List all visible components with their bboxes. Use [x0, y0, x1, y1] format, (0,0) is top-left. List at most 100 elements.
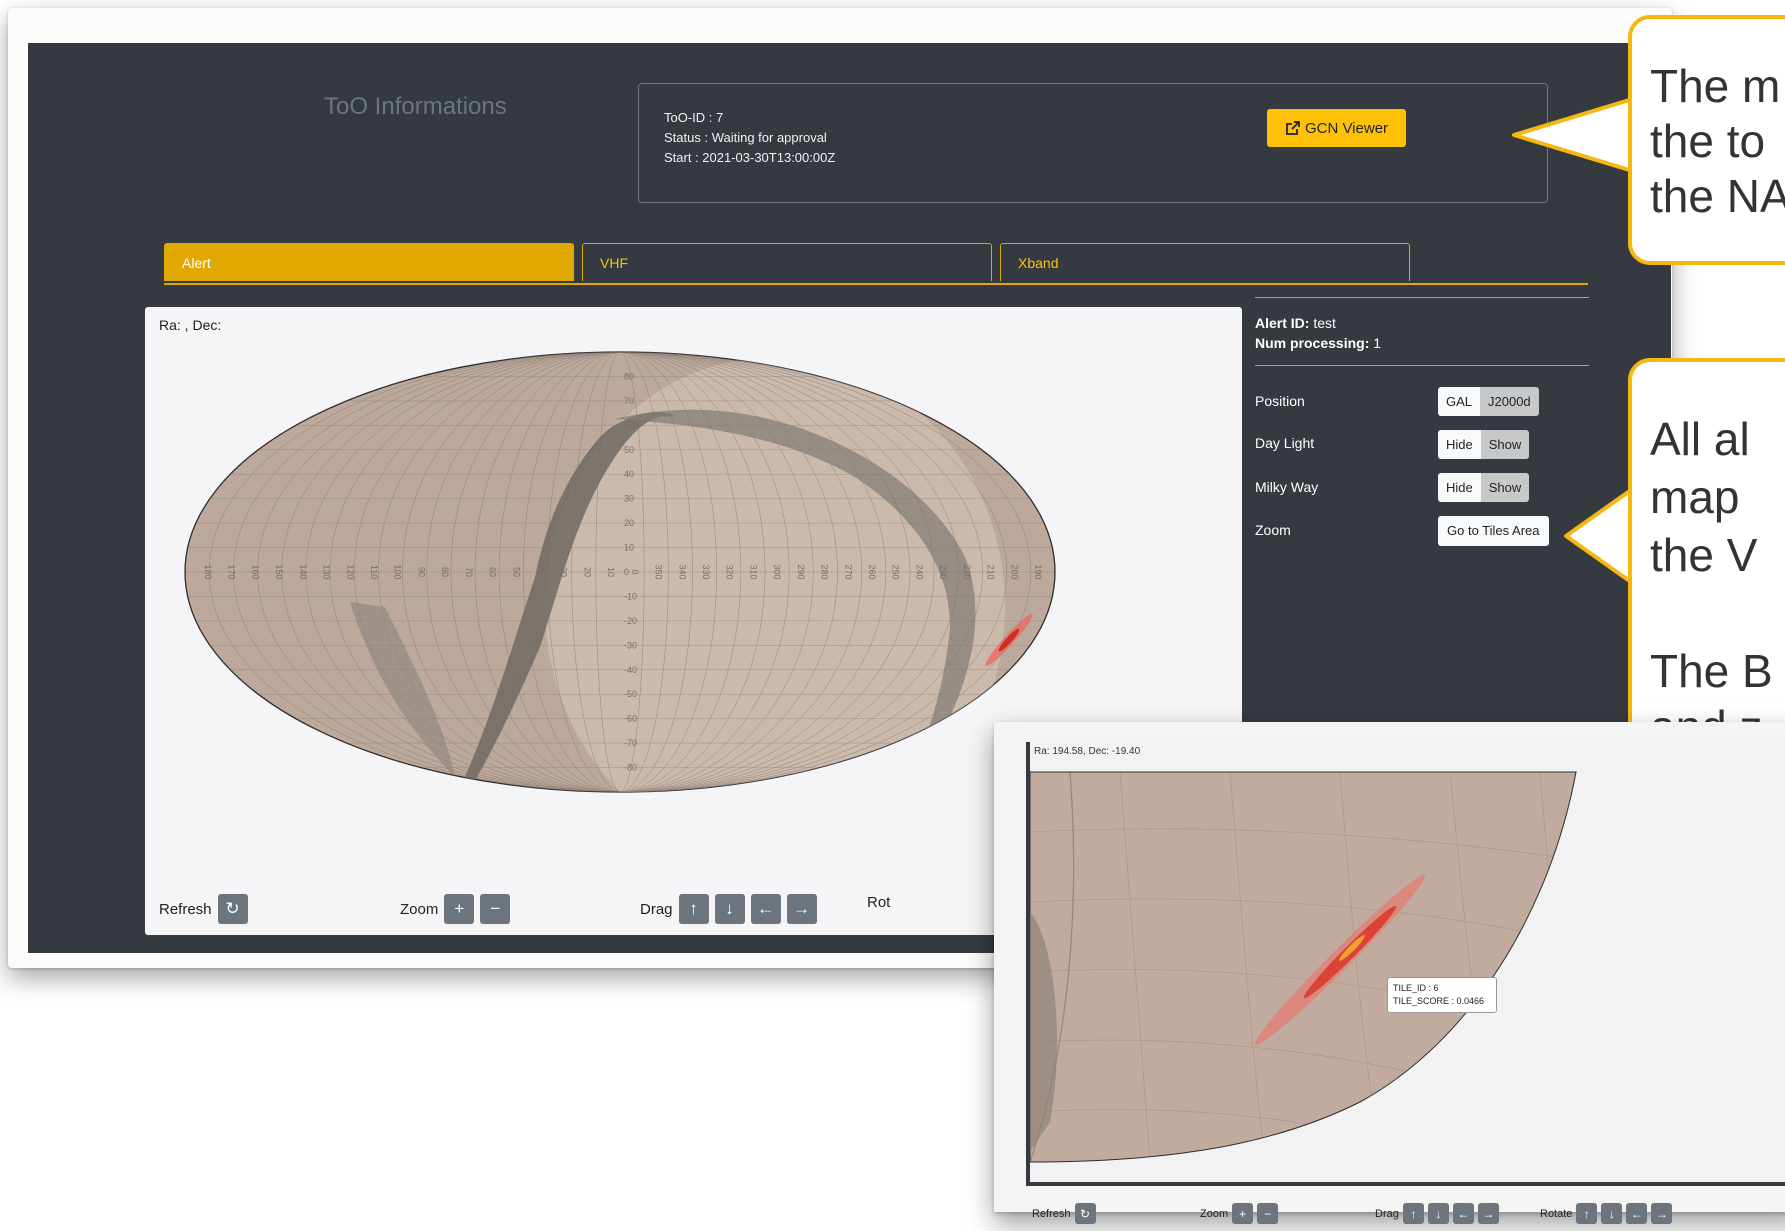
zoomed-zoom-out-button[interactable]: −: [1257, 1203, 1279, 1224]
callout-middle-line: All al: [1650, 413, 1750, 465]
rotate-down-button[interactable]: ↓: [1601, 1203, 1623, 1224]
ra-tick-label: 20: [582, 567, 592, 577]
ra-tick-label: 290: [796, 564, 806, 579]
ra-tick-label: 340: [677, 564, 687, 579]
ra-tick-label: 130: [322, 564, 332, 579]
zoomed-drag-up-button[interactable]: ↑: [1402, 1203, 1424, 1224]
ra-tick-label: 150: [274, 564, 284, 579]
milkyway-show-button[interactable]: Show: [1480, 473, 1530, 502]
tab-alert[interactable]: Alert: [164, 243, 574, 281]
ra-tick-label: 80: [440, 567, 450, 577]
plus-icon: +: [454, 899, 465, 918]
ra-tick-label: 200: [1009, 564, 1019, 579]
arrow-up-icon: ↑: [1410, 1206, 1417, 1221]
divider: [1255, 297, 1589, 298]
callout-middle-line: the V: [1650, 529, 1758, 581]
tile-tooltip: TILE_ID : 6 TILE_SCORE : 0.0466: [1387, 977, 1497, 1013]
drag-up-button[interactable]: ↑: [678, 894, 709, 924]
zoom-out-button[interactable]: −: [480, 894, 511, 924]
dec-tick-label: -50: [624, 689, 637, 699]
divider: [1255, 365, 1589, 366]
gcn-viewer-label: GCN Viewer: [1304, 119, 1389, 137]
zoomed-drag-down-button[interactable]: ↓: [1427, 1203, 1449, 1224]
ra-tick-label: 140: [298, 564, 308, 579]
ra-tick-label: 230: [938, 564, 948, 579]
zoomed-drag-right-button[interactable]: →: [1477, 1203, 1499, 1224]
go-to-tiles-button[interactable]: Go to Tiles Area: [1438, 516, 1549, 546]
ra-tick-label: 70: [464, 567, 474, 577]
drag-left-button[interactable]: ←: [750, 894, 781, 924]
ra-tick-label: 280: [820, 564, 830, 579]
milkyway-hide-button[interactable]: Hide: [1438, 473, 1481, 502]
callout-top-line: The m: [1650, 60, 1781, 112]
dec-tick-label: 60: [624, 420, 634, 430]
arrow-down-icon: ↓: [1435, 1206, 1442, 1221]
alert-id-label: Alert ID:: [1255, 315, 1310, 331]
daylight-show-button[interactable]: Show: [1480, 430, 1530, 459]
ra-tick-label: 270: [843, 564, 853, 579]
zoomed-sky-map[interactable]: [1030, 742, 1785, 1172]
zoomed-refresh-button[interactable]: ↻: [1074, 1203, 1096, 1224]
arrow-right-icon: →: [1655, 1206, 1668, 1221]
zoom-control: Zoom + −: [400, 894, 511, 924]
ra-tick-label: 90: [416, 567, 426, 577]
zoomed-drag-left-button[interactable]: ←: [1452, 1203, 1474, 1224]
num-processing-value: 1: [1373, 335, 1382, 351]
ra-tick-label: 50: [511, 567, 521, 577]
tab-bar: Alert VHF Xband: [164, 243, 1588, 285]
position-toggle: GAL J2000d: [1438, 387, 1539, 416]
dec-tick-label: 70: [624, 396, 634, 406]
tab-xband[interactable]: Xband: [1000, 243, 1410, 281]
ra-tick-label: 110: [369, 565, 379, 579]
rotate-left-button[interactable]: ←: [1626, 1203, 1648, 1224]
daylight-hide-button[interactable]: Hide: [1438, 430, 1481, 459]
ra-tick-label: 250: [891, 564, 901, 579]
arrow-left-icon: ←: [757, 899, 775, 918]
zoomed-rotate-label: Rotate: [1540, 1207, 1573, 1220]
arrow-right-icon: →: [793, 899, 811, 918]
info-title: ToO Informations: [324, 93, 507, 120]
dec-tick-label: 0: [624, 567, 629, 577]
callout-middle-line: The B: [1650, 645, 1773, 697]
ra-tick-label: 210: [986, 564, 996, 579]
drag-label: Drag: [640, 900, 673, 918]
plus-icon: +: [1239, 1206, 1247, 1221]
drag-control: Drag ↑ ↓ ← →: [640, 894, 817, 924]
ra-tick-label: 190: [1033, 564, 1043, 579]
zoomed-map-screenshot: Ra: 194.58, Dec: -19.40 Refresh ↻ Zoom +…: [994, 722, 1785, 1224]
arrow-up-icon: ↑: [1583, 1206, 1590, 1221]
zoomed-rotate-control: Rotate ↑ ↓ ← →: [1540, 1203, 1673, 1224]
zoomed-zoom-in-button[interactable]: +: [1232, 1203, 1254, 1224]
dec-tick-label: -40: [624, 665, 637, 675]
tab-vhf[interactable]: VHF: [582, 243, 992, 281]
callout-top-line: the NA: [1650, 170, 1785, 222]
too-id: ToO-ID : 7: [664, 110, 724, 125]
rotate-up-button[interactable]: ↑: [1576, 1203, 1598, 1224]
ra-tick-label: 220: [962, 564, 972, 579]
position-j2000d-button[interactable]: J2000d: [1480, 387, 1539, 416]
ra-tick-label: 180: [203, 564, 213, 579]
ra-tick-label: 350: [654, 564, 664, 579]
rotate-control: Rot: [867, 894, 890, 911]
callout-top-pointer: [1512, 96, 1638, 174]
zoomed-refresh-control: Refresh ↻: [1032, 1203, 1096, 1224]
ra-tick-label: 170: [227, 564, 237, 579]
ra-tick-label: 10: [606, 567, 616, 577]
refresh-button[interactable]: ↻: [217, 894, 248, 924]
dec-tick-label: 50: [624, 445, 634, 455]
zoom-in-button[interactable]: +: [444, 894, 475, 924]
tooltip-tile-score: TILE_SCORE : 0.0466: [1393, 996, 1485, 1006]
arrow-left-icon: ←: [1630, 1206, 1643, 1221]
refresh-control: Refresh ↻: [159, 894, 248, 924]
refresh-label: Refresh: [159, 900, 212, 918]
drag-right-button[interactable]: →: [786, 894, 817, 924]
gcn-viewer-button[interactable]: GCN Viewer: [1267, 109, 1406, 147]
rotate-right-button[interactable]: →: [1651, 1203, 1673, 1224]
position-gal-button[interactable]: GAL: [1438, 387, 1481, 416]
too-info-panel: ToO-ID : 7 Status : Waiting for approval…: [638, 83, 1548, 203]
tooltip-tile-id: TILE_ID : 6: [1393, 983, 1439, 993]
ra-tick-label: 310: [748, 564, 758, 579]
drag-down-button[interactable]: ↓: [714, 894, 745, 924]
dec-tick-label: -80: [624, 763, 637, 773]
alert-id-value: test: [1313, 315, 1336, 331]
